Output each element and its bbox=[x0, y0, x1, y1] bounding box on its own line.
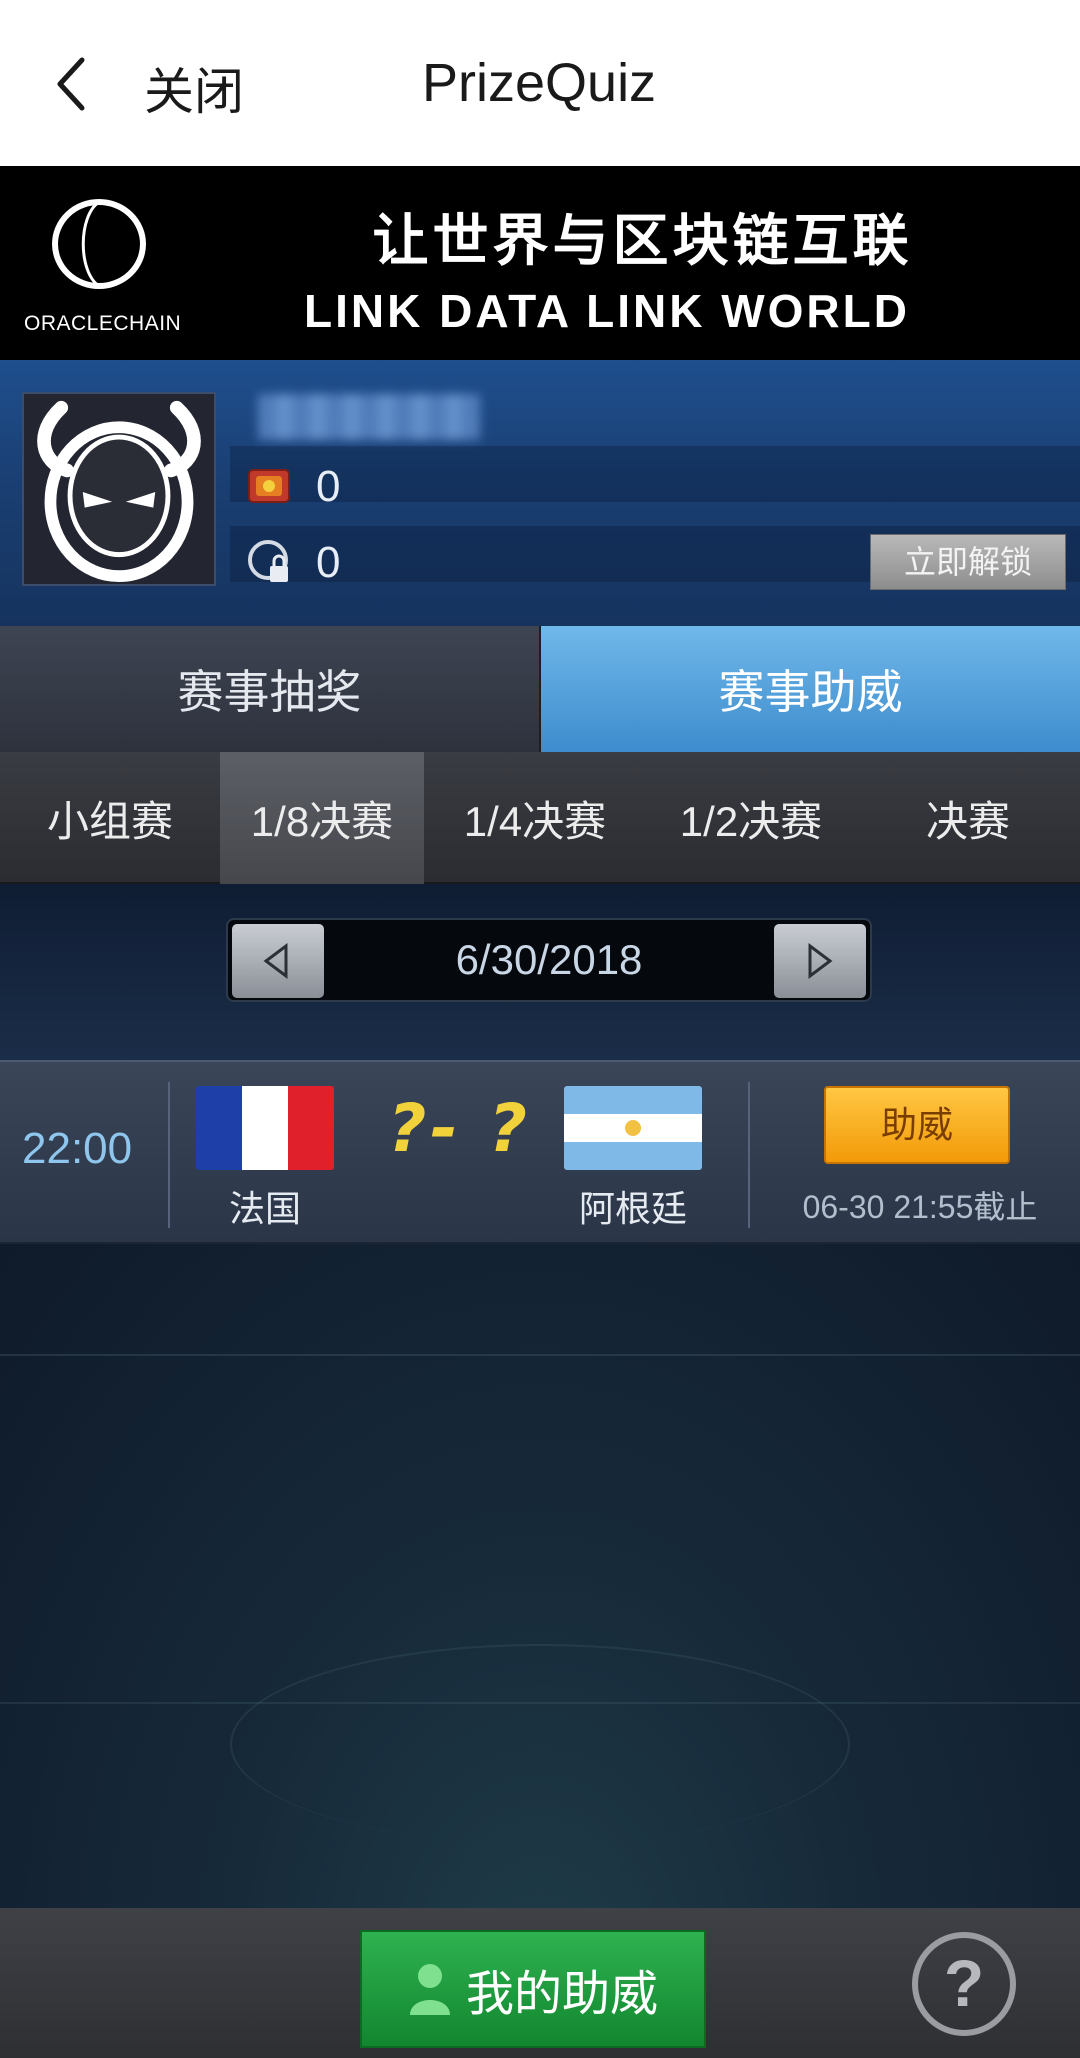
slogan-chinese: 让世界与区块链互联 bbox=[372, 209, 913, 272]
my-cheer-label: 我的助威 bbox=[465, 1968, 658, 2021]
tab-lottery[interactable]: 赛事抽奖 bbox=[0, 626, 541, 752]
cheer-deadline: 06-30 21:55截止 bbox=[802, 1189, 1038, 1225]
tab-cheer[interactable]: 赛事助威 bbox=[541, 626, 1080, 752]
stage-tab-semifinal[interactable]: 1/2决赛 bbox=[646, 752, 856, 884]
page-title: PrizeQuiz bbox=[422, 53, 657, 113]
home-team-name: 法国 bbox=[228, 1188, 301, 1229]
triangle-right-icon bbox=[808, 943, 833, 979]
unlock-now-button[interactable]: 立即解锁 bbox=[870, 534, 1066, 590]
help-icon[interactable]: ? bbox=[912, 1932, 1016, 2036]
next-date-button[interactable] bbox=[774, 924, 866, 998]
ticket-count: 0 bbox=[316, 462, 341, 511]
field-line bbox=[0, 1702, 1080, 1704]
divider bbox=[748, 1082, 750, 1228]
devil-mask-icon bbox=[37, 400, 201, 583]
top-nav-bar: 关闭 PrizeQuiz bbox=[0, 0, 1080, 166]
stage-tab-final[interactable]: 决赛 bbox=[856, 752, 1080, 884]
my-cheer-button[interactable]: 我的助威 bbox=[360, 1930, 706, 2048]
blurred-username bbox=[258, 394, 480, 440]
profile-stripe bbox=[230, 446, 1080, 502]
stadium-background bbox=[0, 1244, 1080, 1908]
lock-count: 0 bbox=[316, 538, 341, 587]
slogan-english: LINK DATA LINK WORLD bbox=[304, 285, 910, 337]
main-tabs: 赛事抽奖 赛事助威 bbox=[0, 626, 1080, 752]
france-flag-icon bbox=[196, 1086, 334, 1170]
avatar bbox=[22, 392, 216, 586]
oraclechain-banner: ORACLECHAIN 让世界与区块链互联 LINK DATA LINK WOR… bbox=[0, 166, 1080, 360]
field-arc bbox=[230, 1644, 850, 1844]
stage-tab-quarterfinal[interactable]: 1/4决赛 bbox=[424, 752, 646, 884]
match-row: 22:00 法国 ?- ? 阿根廷 助威 06-30 21:55截止 bbox=[0, 1060, 1080, 1244]
bottom-bar: 我的助威 ? bbox=[0, 1908, 1080, 2058]
close-button[interactable]: 关闭 bbox=[144, 52, 244, 124]
cheer-button[interactable]: 助威 bbox=[824, 1086, 1010, 1164]
away-team-name: 阿根廷 bbox=[578, 1188, 687, 1229]
match-score: ?- ? bbox=[388, 1090, 531, 1167]
lock-ring-icon bbox=[248, 540, 288, 582]
ticket-icon bbox=[248, 469, 290, 503]
chevron-left-icon[interactable] bbox=[52, 56, 92, 112]
user-profile-panel: 0 0 立即解锁 bbox=[0, 360, 1080, 626]
stage-tab-round-of-16[interactable]: 1/8决赛 bbox=[220, 752, 424, 884]
person-icon bbox=[409, 1964, 450, 2015]
match-time: 22:00 bbox=[22, 1124, 133, 1173]
date-selector-bar: 6/30/2018 bbox=[0, 884, 1080, 1060]
argentina-flag-icon bbox=[564, 1086, 702, 1170]
field-line bbox=[0, 1354, 1080, 1356]
stage-tabs: 小组赛 1/8决赛 1/4决赛 1/2决赛 决赛 bbox=[0, 752, 1080, 884]
date-selector: 6/30/2018 bbox=[226, 918, 872, 1002]
stage-tab-group[interactable]: 小组赛 bbox=[0, 752, 220, 884]
